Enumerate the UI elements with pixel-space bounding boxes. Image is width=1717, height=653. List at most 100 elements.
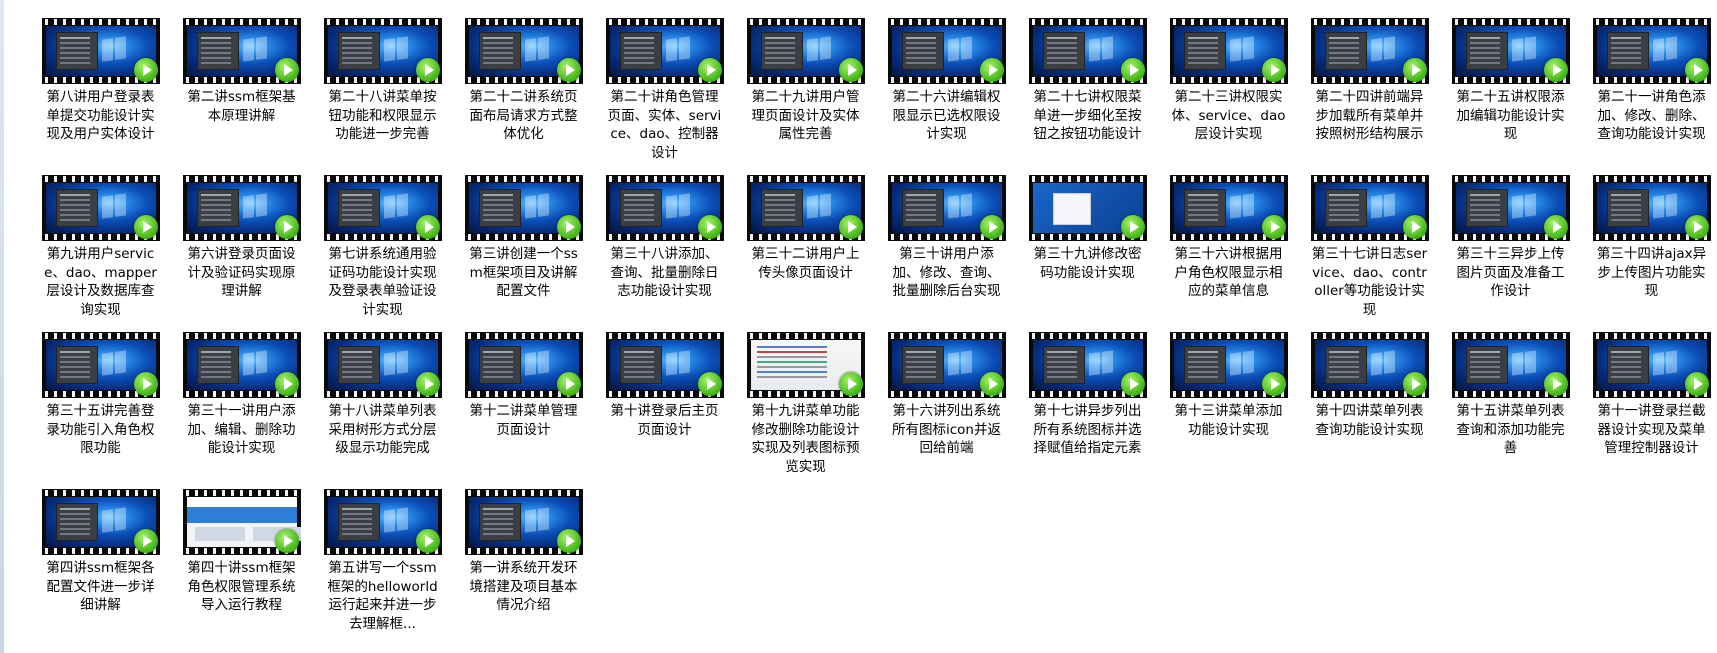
play-icon: [1543, 58, 1568, 82]
file-name-label: 第三十八讲添加、查询、批量删除日志功能设计实现: [610, 246, 719, 299]
file-name-label: 第二十三讲权限实体、service、dao层设计实现: [1171, 89, 1286, 142]
app-window-icon: [901, 32, 944, 70]
video-file-item[interactable]: 第二十二讲系统页面布局请求方式整体优化: [453, 18, 594, 175]
video-file-item[interactable]: 第三讲创建一个ssm框架项目及讲解配置文件: [453, 175, 594, 332]
film-strip-top: [323, 333, 442, 339]
video-file-item[interactable]: 第二十五讲权限添加编辑功能设计实现: [1440, 18, 1581, 175]
windows-logo-icon: [383, 193, 408, 219]
video-file-item[interactable]: 第二十九讲用户管理页面设计及实体属性完善: [735, 18, 876, 175]
windows-logo-icon: [1229, 36, 1254, 62]
film-strip-top: [41, 333, 160, 339]
video-file-item[interactable]: 第三十讲用户添加、修改、查询、批量删除后台实现: [876, 175, 1017, 332]
video-thumbnail: [41, 175, 160, 241]
video-file-item[interactable]: 第七讲系统通用验证码功能设计实现及登录表单验证设计实现: [312, 175, 453, 332]
file-name-label: 第十七讲异步列出所有系统图标并选择赋值给指定元素: [1033, 403, 1142, 456]
app-window-icon: [1606, 189, 1649, 227]
video-file-item[interactable]: 第三十五讲完善登录功能引入角色权限功能: [30, 332, 171, 489]
video-file-item[interactable]: 第三十七讲日志service、dao、controller等功能设计实现: [1299, 175, 1440, 332]
video-file-item[interactable]: 第二十讲角色管理页面、实体、service、dao、控制器设计: [594, 18, 735, 175]
app-window-icon: [1465, 346, 1508, 384]
app-window-icon: [1183, 346, 1226, 384]
video-file-item[interactable]: 第六讲登录页面设计及验证码实现原理讲解: [171, 175, 312, 332]
film-strip-top: [323, 490, 442, 496]
video-file-item[interactable]: 第四讲ssm框架各配置文件进一步详细讲解: [30, 489, 171, 646]
file-name-label: 第三十三异步上传图片页面及准备工作设计: [1456, 246, 1565, 299]
video-thumbnail: [1451, 175, 1570, 241]
play-icon: [697, 372, 722, 396]
file-name-label: 第三十二讲用户上传头像页面设计: [751, 246, 860, 281]
video-file-item[interactable]: 第三十三异步上传图片页面及准备工作设计: [1440, 175, 1581, 332]
video-thumbnail: [1451, 18, 1570, 84]
film-strip-top: [182, 19, 301, 25]
video-thumbnail: [1592, 175, 1711, 241]
windows-logo-icon: [1370, 36, 1395, 62]
file-name-label: 第二十七讲权限菜单进一步细化至按钮之按钮功能设计: [1033, 89, 1142, 142]
video-file-item[interactable]: 第十五讲菜单列表查询和添加功能完善: [1440, 332, 1581, 489]
film-strip-top: [1169, 19, 1288, 25]
video-file-item[interactable]: 第八讲用户登录表单提交功能设计实现及用户实体设计: [30, 18, 171, 175]
play-icon: [979, 215, 1004, 239]
windows-logo-icon: [524, 36, 549, 62]
windows-logo-icon: [1088, 36, 1113, 62]
video-thumbnail: [605, 175, 724, 241]
film-strip-top: [1451, 176, 1570, 182]
video-file-item[interactable]: 第十三讲菜单添加功能设计实现: [1158, 332, 1299, 489]
file-name-label: 第十九讲菜单功能修改删除功能设计实现及列表图标预览实现: [751, 403, 860, 475]
video-file-item[interactable]: 第十六讲列出系统所有图标icon并返回给前端: [876, 332, 1017, 489]
video-file-item[interactable]: 第三十四讲ajax异步上传图片功能实现: [1581, 175, 1717, 332]
windows-logo-icon: [101, 36, 126, 62]
video-file-item[interactable]: 第一讲系统开发环境搭建及项目基本情况介绍: [453, 489, 594, 646]
film-strip-top: [605, 19, 724, 25]
app-window-icon: [337, 32, 380, 70]
video-file-item[interactable]: 第十八讲菜单列表采用树形方式分层级显示功能完成: [312, 332, 453, 489]
film-strip-top: [1451, 333, 1570, 339]
play-icon: [838, 215, 863, 239]
video-thumbnail: [1028, 175, 1147, 241]
file-name-label: 第三十一讲用户添加、编辑、删除功能设计实现: [187, 403, 296, 456]
video-file-item[interactable]: 第九讲用户service、dao、mapper层设计及数据库查询实现: [30, 175, 171, 332]
play-icon: [1684, 215, 1709, 239]
play-icon: [274, 58, 299, 82]
video-file-item[interactable]: 第十讲登录后主页页面设计: [594, 332, 735, 489]
video-file-item[interactable]: 第三十一讲用户添加、编辑、删除功能设计实现: [171, 332, 312, 489]
video-file-item[interactable]: 第三十九讲修改密码功能设计实现: [1017, 175, 1158, 332]
video-thumbnail: [746, 332, 865, 398]
app-window-icon: [337, 503, 380, 541]
windows-logo-icon: [101, 507, 126, 533]
video-file-item[interactable]: 第十一讲登录拦截器设计实现及菜单管理控制器设计: [1581, 332, 1717, 489]
video-thumbnail: [182, 332, 301, 398]
video-file-item[interactable]: 第二十六讲编辑权限显示已选权限设计实现: [876, 18, 1017, 175]
video-file-item[interactable]: 第二讲ssm框架基本原理讲解: [171, 18, 312, 175]
video-file-item[interactable]: 第二十四讲前端异步加载所有菜单并按照树形结构展示: [1299, 18, 1440, 175]
video-thumbnail: [887, 332, 1006, 398]
video-file-item[interactable]: 第十七讲异步列出所有系统图标并选择赋值给指定元素: [1017, 332, 1158, 489]
file-name-label: 第七讲系统通用验证码功能设计实现及登录表单验证设计实现: [328, 246, 437, 318]
windows-logo-icon: [665, 350, 690, 376]
play-icon: [697, 215, 722, 239]
video-file-item[interactable]: 第二十七讲权限菜单进一步细化至按钮之按钮功能设计: [1017, 18, 1158, 175]
video-file-item[interactable]: 第二十三讲权限实体、service、dao层设计实现: [1158, 18, 1299, 175]
video-file-item[interactable]: 第三十六讲根据用户角色权限显示相应的菜单信息: [1158, 175, 1299, 332]
video-file-item[interactable]: 第三十二讲用户上传头像页面设计: [735, 175, 876, 332]
video-file-item[interactable]: 第四十讲ssm框架角色权限管理系统导入运行教程: [171, 489, 312, 646]
video-file-item[interactable]: 第十四讲菜单列表查询功能设计实现: [1299, 332, 1440, 489]
video-thumbnail: [464, 489, 583, 555]
video-file-item[interactable]: 第三十八讲添加、查询、批量删除日志功能设计实现: [594, 175, 735, 332]
video-file-item[interactable]: 第十二讲菜单管理页面设计: [453, 332, 594, 489]
app-window-icon: [337, 189, 380, 227]
play-icon: [556, 215, 581, 239]
app-window-icon: [619, 32, 662, 70]
windows-logo-icon: [947, 350, 972, 376]
file-name-label: 第十五讲菜单列表查询和添加功能完善: [1456, 403, 1565, 456]
play-icon: [697, 58, 722, 82]
video-thumbnail: [464, 175, 583, 241]
file-name-label: 第二十九讲用户管理页面设计及实体属性完善: [751, 89, 860, 142]
video-file-item[interactable]: 第二十八讲菜单按钮功能和权限显示功能进一步完善: [312, 18, 453, 175]
video-file-item[interactable]: 第五讲写一个ssm框架的helloworld运行起来并进一步去理解框...: [312, 489, 453, 646]
video-thumbnail: [41, 18, 160, 84]
video-file-item[interactable]: 第二十一讲角色添加、修改、删除、查询功能设计实现: [1581, 18, 1717, 175]
video-file-item[interactable]: 第十九讲菜单功能修改删除功能设计实现及列表图标预览实现: [735, 332, 876, 489]
explorer-left-edge: [0, 0, 4, 653]
video-thumbnail: [1310, 175, 1429, 241]
file-name-label: 第四十讲ssm框架角色权限管理系统导入运行教程: [187, 560, 296, 613]
